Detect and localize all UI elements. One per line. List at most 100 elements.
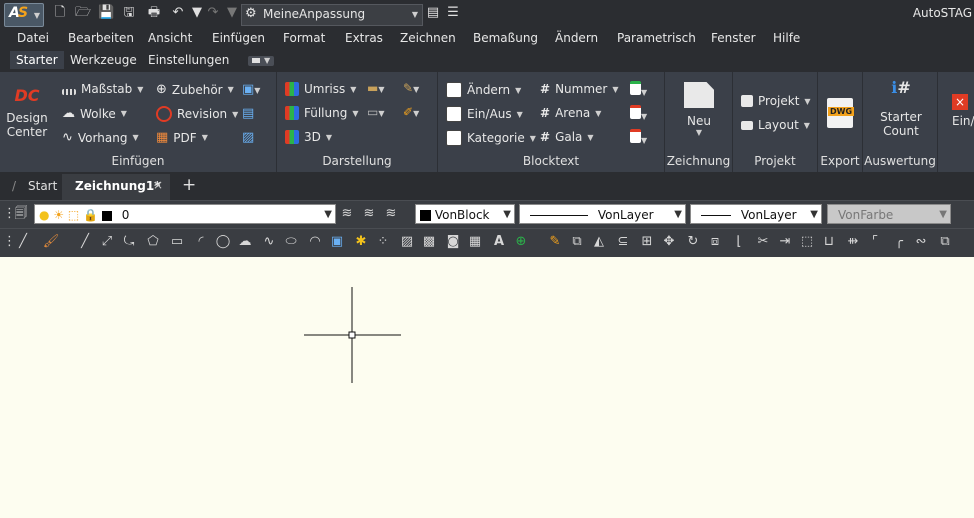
gradient-icon[interactable]: ▩ [420,233,438,251]
export-dwg-button[interactable]: DWG [827,98,855,128]
layer-state-icon[interactable]: ▤ [425,5,441,21]
redo-dropdown-icon[interactable]: ▼ [224,5,240,21]
menu-parametrisch[interactable]: Parametrisch [617,31,696,45]
region-icon[interactable]: ◙ [444,233,462,251]
match-properties-icon[interactable]: 🖌 [42,233,60,251]
fuellung-button[interactable]: Füllung ▼ [285,106,359,120]
polygon-icon[interactable]: ⬠ [144,233,162,251]
undo-icon[interactable]: ↶ [170,5,186,21]
point-icon[interactable]: ⁘ [374,233,392,251]
menu-einfuegen[interactable]: Einfügen [212,31,265,45]
gala-button[interactable]: # Gala ▼ [540,130,594,144]
previous-layer-icon[interactable]: ≋ [382,205,400,223]
draw-line-icon[interactable]: ╱ [76,233,94,251]
umriss-button[interactable]: Umriss ▼ [285,82,356,96]
add-selected-icon[interactable]: ⊕ [512,233,530,251]
menu-ansicht[interactable]: Ansicht [148,31,192,45]
menu-extras[interactable]: Extras [345,31,383,45]
layer-dropdown[interactable]: ● ☀ ⬚ 🔒 0 ▼ [34,204,336,224]
zubehoer-button[interactable]: ⊕ Zubehör ▼ [156,82,234,97]
extend-icon[interactable]: ⇥ [776,233,794,251]
insert-image-icon[interactable]: ▨ [242,130,254,145]
break-icon[interactable]: ⊔ [820,233,838,251]
insert-block-icon[interactable]: ▣▼ [242,82,260,97]
stretch-icon[interactable]: ⌊ [730,233,748,251]
color-dropdown[interactable]: VonBlock ▼ [415,204,515,224]
customize-toolbar-icon[interactable]: ☰ [445,5,461,21]
revcloud-icon[interactable]: ☁ [236,233,254,251]
blend-curves-icon[interactable]: ∾ [912,233,930,251]
doc-tab-active[interactable]: Zeichnung1* × [62,174,170,200]
doc-tab-start[interactable]: Start [28,179,57,193]
app-logo[interactable]: A S ▼ [4,3,44,27]
mirror-icon[interactable]: ◭ [590,233,608,251]
menu-datei[interactable]: Datei [17,31,49,45]
array-icon[interactable]: ⊞ [638,233,656,251]
menu-bemassung[interactable]: Bemaßung [473,31,538,45]
circle-icon[interactable]: ◯ [214,233,232,251]
save-icon[interactable]: 💾 [98,5,114,21]
print-icon[interactable]: 🖶 [146,5,162,21]
arena-button[interactable]: # Arena ▼ [540,106,601,120]
pen-pattern-icon[interactable]: ✎▼ [403,81,419,95]
hatch-icon[interactable]: ▨ [398,233,416,251]
brush-icon[interactable]: ✐▼ [403,105,419,119]
delete-attribute-icon[interactable]: ▼ [630,129,647,146]
revision-button[interactable]: Revision ▼ [156,106,238,122]
make-block-icon[interactable]: ✱ [352,233,370,251]
menu-hilfe[interactable]: Hilfe [773,31,800,45]
ribbon-minimize-button[interactable]: ▼ [248,56,274,66]
einaus-cut-button[interactable]: × Ein/ [952,80,974,128]
lineweight-dropdown[interactable]: VonLayer ▼ [690,204,822,224]
redo-icon[interactable]: ↷ [205,5,221,21]
close-icon[interactable]: × [153,178,163,192]
add-tab-icon[interactable]: + [182,175,196,195]
neu-button[interactable]: Neu ▼ [681,82,717,137]
tab-starter[interactable]: Starter [10,51,64,69]
chamfer-icon[interactable]: ⌜ [866,233,884,251]
drawing-canvas[interactable] [0,257,974,518]
remove-attribute-icon[interactable]: ▼ [630,105,647,122]
join-icon[interactable]: ⇻ [844,233,862,251]
spline-icon[interactable]: ∿ [260,233,278,251]
trim-icon[interactable]: ✂ [754,233,772,251]
nummer-button[interactable]: # Nummer ▼ [540,82,619,96]
match-layer-icon[interactable]: ≋ [360,205,378,223]
line-icon[interactable]: ╱ [14,233,32,251]
fillet-icon[interactable]: ╭ [890,233,908,251]
arc-icon[interactable]: ◜ [192,233,210,251]
hatch-pattern-icon[interactable]: ▬▼ [367,81,385,95]
menu-fenster[interactable]: Fenster [711,31,756,45]
construction-line-icon[interactable]: ⤢ [98,233,116,251]
move-icon[interactable]: ✥ [660,233,678,251]
menu-zeichnen[interactable]: Zeichnen [400,31,456,45]
break-at-point-icon[interactable]: ⬚ [798,233,816,251]
layout-button[interactable]: Layout ▼ [741,118,810,132]
polyline-icon[interactable]: ⤿ [120,233,138,251]
explode-icon[interactable]: ⧉ [936,233,954,251]
tab-einstellungen[interactable]: Einstellungen [148,53,229,67]
massstab-button[interactable]: Maßstab ▼ [62,82,143,96]
offset-icon[interactable]: ⊆ [614,233,632,251]
linetype-dropdown[interactable]: VonLayer ▼ [519,204,686,224]
make-current-icon[interactable]: ≋ [338,205,356,223]
scale-icon[interactable]: ⧈ [706,233,724,251]
open-folder-icon[interactable]: 🗁 [75,5,91,21]
rectangle-icon[interactable]: ▭ [168,233,186,251]
design-center-button[interactable]: DC Design Center [6,86,48,139]
ellipse-arc-icon[interactable]: ◠ [306,233,324,251]
rotate-icon[interactable]: ↻ [684,233,702,251]
insert-block-icon[interactable]: ▣ [328,233,346,251]
add-attribute-icon[interactable]: ▼ [630,81,647,98]
undo-dropdown-icon[interactable]: ▼ [189,5,205,21]
pdf-button[interactable]: ▦ PDF ▼ [156,130,208,145]
aendern-button[interactable]: Ändern ▼ [446,82,521,98]
wolke-button[interactable]: ☁ Wolke ▼ [62,106,127,121]
menu-bearbeiten[interactable]: Bearbeiten [68,31,134,45]
workspace-selector[interactable]: ⚙ MeineAnpassung ▼ [241,4,423,26]
line-pattern-icon[interactable]: ▭▼ [367,105,385,119]
plotstyle-dropdown[interactable]: VonFarbe ▼ [827,204,951,224]
layer-properties-icon[interactable]: 🗐 [12,205,30,223]
tab-werkzeuge[interactable]: Werkzeuge [70,53,137,67]
copy-icon[interactable]: ⧉ [568,233,586,251]
